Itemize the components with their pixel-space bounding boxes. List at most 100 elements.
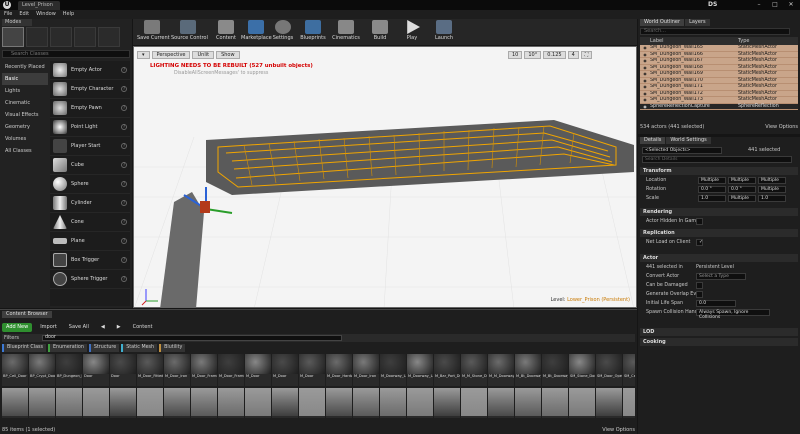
menu-edit[interactable]: Edit	[19, 10, 29, 19]
category-basic[interactable]: Basic	[2, 73, 48, 85]
spawn-collision-dropdown[interactable]: Always Spawn, Ignore Collisions	[696, 309, 770, 320]
menu-window[interactable]: Window	[36, 10, 56, 19]
generate-overlap-checkbox[interactable]	[696, 291, 703, 298]
asset-tile[interactable]: BP_Dungeon_Doorway	[56, 354, 82, 386]
asset-tile[interactable]	[299, 388, 325, 418]
eye-icon[interactable]: ◉	[640, 78, 650, 83]
asset-tile[interactable]: M_Door	[245, 354, 271, 386]
actor-hidden-checkbox[interactable]	[696, 218, 703, 225]
asset-tile[interactable]	[434, 388, 460, 418]
asset-tile[interactable]	[29, 388, 55, 418]
eye-icon[interactable]: ◉	[640, 52, 650, 57]
asset-tile[interactable]: M_Bt_Doorway	[515, 354, 541, 386]
filter-blutility[interactable]: Blutility	[159, 344, 186, 352]
outliner-view-options[interactable]: View Options	[765, 123, 798, 131]
foliage-mode-icon[interactable]	[74, 27, 96, 47]
asset-tile[interactable]: SM_Cell_Door	[623, 354, 635, 386]
table-row[interactable]: ◉ SphereReflectionCapture SphereReflection	[640, 103, 798, 110]
launch-button[interactable]: Launch	[431, 20, 457, 44]
list-item[interactable]: Empty Pawn?	[50, 99, 130, 118]
content-view-options[interactable]: View Options	[602, 426, 635, 434]
asset-tile[interactable]: M_Door	[272, 354, 298, 386]
eye-icon[interactable]: ◉	[640, 91, 650, 96]
asset-tile[interactable]	[461, 388, 487, 418]
forward-icon[interactable]: ▶	[113, 323, 125, 332]
asset-tile[interactable]: Door	[83, 354, 109, 386]
asset-tile[interactable]	[83, 388, 109, 418]
asset-tile[interactable]	[110, 388, 136, 418]
settings-button[interactable]: Settings	[271, 20, 295, 44]
asset-tile[interactable]: M_M_Stone_Door	[461, 354, 487, 386]
asset-tile[interactable]: M_Door_Fitted_Iron	[137, 354, 163, 386]
location-x-field[interactable]: Multiple	[698, 177, 726, 184]
asset-tile[interactable]: BP_Cell_Door	[2, 354, 28, 386]
help-icon[interactable]: ?	[121, 143, 127, 149]
asset-tile[interactable]	[623, 388, 635, 418]
list-item[interactable]: Cube?	[50, 156, 130, 175]
menu-help[interactable]: Help	[63, 10, 74, 19]
category-visual-effects[interactable]: Visual Effects	[2, 109, 48, 121]
tab-layers[interactable]: Layers	[685, 19, 710, 26]
help-icon[interactable]: ?	[121, 162, 127, 168]
replication-section[interactable]: Replication	[640, 229, 798, 237]
asset-tile[interactable]	[56, 388, 82, 418]
filter-blueprint-class[interactable]: Blueprint Class	[2, 344, 47, 352]
rotation-x-field[interactable]: 0.0 °	[698, 186, 726, 193]
scale-z-field[interactable]: 1.0	[758, 195, 786, 202]
asset-tile[interactable]: M_Bt_Doorway	[542, 354, 568, 386]
location-z-field[interactable]: Multiple	[758, 177, 786, 184]
convert-actor-dropdown[interactable]: Select a Type	[696, 273, 746, 280]
import-button[interactable]: Import	[36, 323, 61, 332]
eye-icon[interactable]: ◉	[640, 104, 650, 109]
list-item[interactable]: Player Start?	[50, 137, 130, 156]
list-item[interactable]: Plane?	[50, 232, 130, 251]
cooking-section[interactable]: Cooking	[640, 338, 798, 346]
eye-icon[interactable]: ◉	[640, 65, 650, 70]
help-icon[interactable]: ?	[121, 124, 127, 130]
help-icon[interactable]: ?	[121, 219, 127, 225]
asset-tile[interactable]	[515, 388, 541, 418]
help-icon[interactable]: ?	[121, 105, 127, 111]
filter-enumeration[interactable]: Enumeration	[48, 344, 87, 352]
asset-tile[interactable]	[407, 388, 433, 418]
details-search-input[interactable]: Search Details	[642, 156, 792, 163]
label-column-header[interactable]: Label	[640, 37, 738, 45]
list-item[interactable]: Empty Actor?	[50, 61, 130, 80]
blueprints-button[interactable]: Blueprints	[299, 20, 327, 44]
asset-tile[interactable]	[272, 388, 298, 418]
paint-mode-icon[interactable]	[26, 27, 48, 47]
save-current-button[interactable]: Save Current	[137, 20, 170, 44]
scale-y-field[interactable]: Multiple	[728, 195, 756, 202]
category-cinematic[interactable]: Cinematic	[2, 97, 48, 109]
menu-file[interactable]: File	[4, 10, 12, 19]
level-viewport[interactable]: ▾ Perspective Unlit Show 10 10° 0.125 4 …	[133, 46, 637, 308]
add-new-button[interactable]: Add New	[2, 322, 33, 332]
list-item[interactable]: Cone?	[50, 213, 130, 232]
build-button[interactable]: Build	[369, 20, 391, 44]
location-y-field[interactable]: Multiple	[728, 177, 756, 184]
asset-tile[interactable]	[137, 388, 163, 418]
place-mode-icon[interactable]	[2, 27, 24, 47]
asset-tile[interactable]	[326, 388, 352, 418]
list-item[interactable]: Cylinder?	[50, 194, 130, 213]
camera-speed-button[interactable]: 4	[567, 51, 579, 59]
asset-tile[interactable]: M_Door_Frame	[191, 354, 217, 386]
category-volumes[interactable]: Volumes	[2, 133, 48, 145]
can-be-damaged-checkbox[interactable]	[696, 282, 703, 289]
perspective-button[interactable]: Perspective	[151, 51, 191, 59]
minimize-icon[interactable]: –	[752, 0, 766, 10]
content-path-breadcrumb[interactable]: Content	[129, 323, 157, 332]
asset-tile[interactable]: BP_Crypt_Doorway	[29, 354, 55, 386]
geometry-mode-icon[interactable]	[98, 27, 120, 47]
filter-static-mesh[interactable]: Static Mesh	[121, 344, 158, 352]
list-item[interactable]: Empty Character?	[50, 80, 130, 99]
save-all-button[interactable]: Save All	[65, 323, 93, 332]
list-item[interactable]: Box Trigger?	[50, 251, 130, 270]
filter-structure[interactable]: Structure	[88, 344, 120, 352]
close-icon[interactable]: ✕	[784, 0, 798, 10]
help-icon[interactable]: ?	[121, 257, 127, 263]
asset-tile[interactable]: M_Doorway_Large_Right	[407, 354, 433, 386]
asset-tile[interactable]	[191, 388, 217, 418]
back-icon[interactable]: ◀	[97, 323, 109, 332]
asset-search-input[interactable]: door	[42, 335, 342, 341]
